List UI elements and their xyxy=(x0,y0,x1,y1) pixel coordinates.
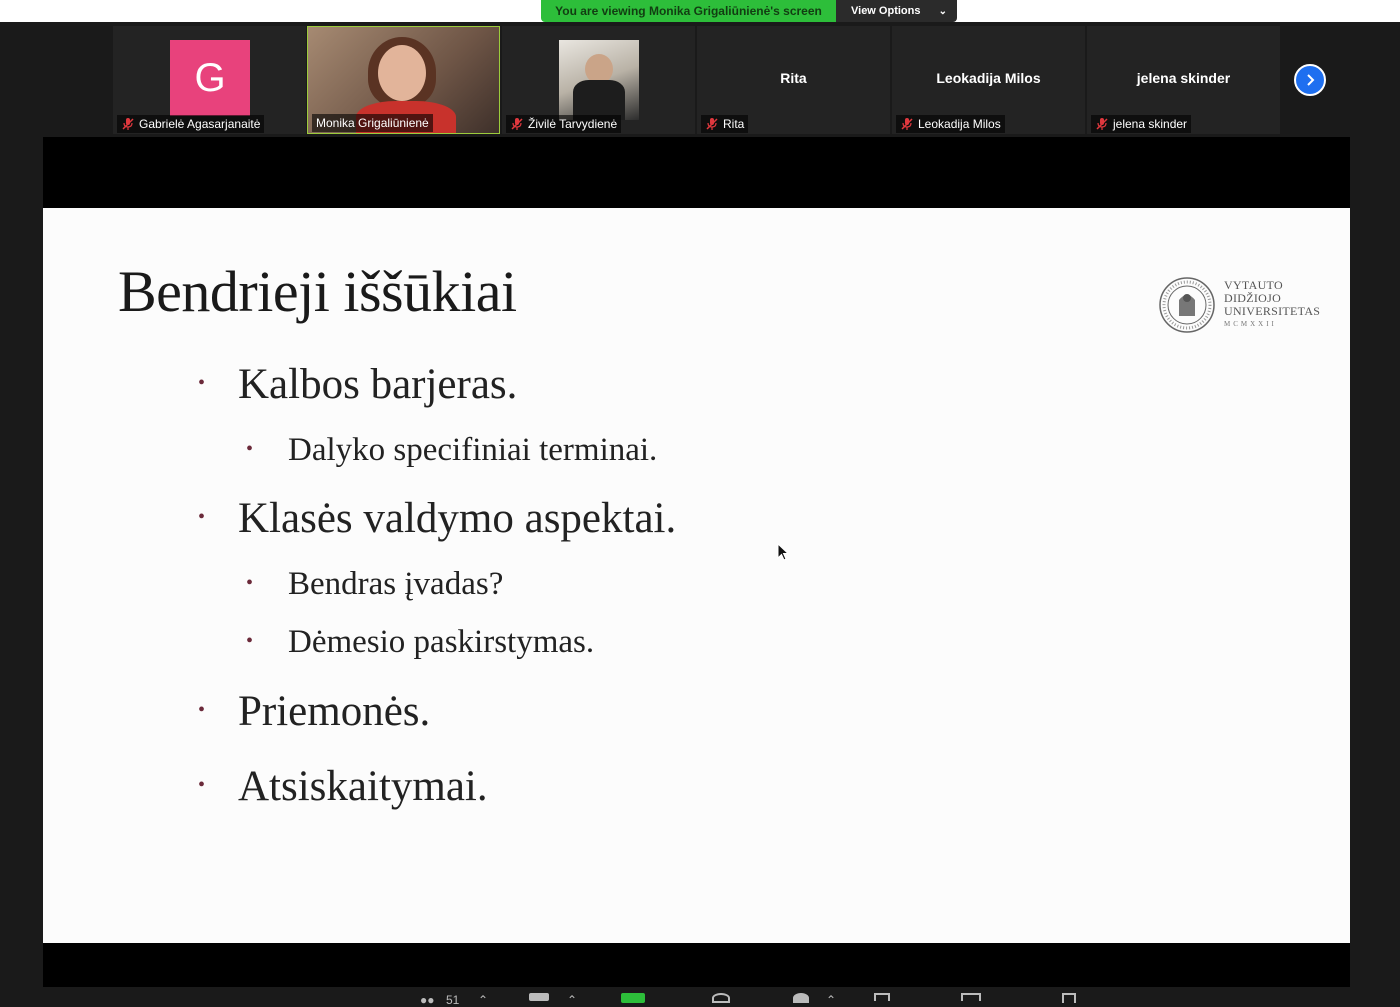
chevron-up-icon[interactable]: ⌃ xyxy=(478,993,488,1007)
chevron-up-icon[interactable]: ⌃ xyxy=(567,993,577,1007)
participant-center-name: Leokadija Milos xyxy=(936,70,1041,86)
bullet-dot: • xyxy=(198,774,206,796)
university-seal-icon xyxy=(1159,277,1215,333)
bullet-item-sub: • Dėmesio paskirstymas. xyxy=(246,624,595,661)
bullet-item: • Klasės valdymo aspektai. xyxy=(198,494,677,543)
bullet-dot: • xyxy=(198,506,206,528)
participant-name: Gabrielė Agasarjanaitė xyxy=(139,117,261,131)
bullet-text: Klasės valdymo aspektai. xyxy=(238,495,677,542)
reactions-icon[interactable] xyxy=(793,993,809,1003)
meeting-toolbar: ●● 51 ⌃ ⌃ ⌃ xyxy=(0,987,1400,1007)
participant-name-tag: Monika Grigaliūnienė xyxy=(312,114,433,132)
participant-tile-active-speaker[interactable]: Monika Grigaliūnienė xyxy=(307,26,500,134)
mic-muted-icon xyxy=(1096,118,1108,130)
notes-icon[interactable] xyxy=(1062,993,1076,1003)
logo-line-3: UNIVERSITETAS xyxy=(1224,304,1321,318)
avatar: G xyxy=(170,40,250,116)
bullet-dot: • xyxy=(246,438,254,460)
bullet-item-sub: • Dalyko specifiniai terminai. xyxy=(246,432,658,469)
bullet-text: Dalyko specifiniai terminai. xyxy=(288,432,658,468)
chevron-right-icon xyxy=(1307,74,1315,86)
participant-tile[interactable]: Rita Rita xyxy=(697,26,890,134)
mic-muted-icon xyxy=(122,118,134,130)
participant-name: Leokadija Milos xyxy=(918,117,1001,131)
bullet-item: • Priemonės. xyxy=(198,687,431,736)
whiteboard-icon[interactable] xyxy=(961,993,981,1001)
chevron-up-icon[interactable]: ⌃ xyxy=(826,993,836,1007)
participant-name: Rita xyxy=(723,117,745,131)
view-options-label: View Options xyxy=(851,5,921,17)
bullet-dot: • xyxy=(246,572,254,594)
mic-muted-icon xyxy=(706,118,718,130)
bullet-text: Atsiskaitymai. xyxy=(238,763,488,810)
mic-muted-icon xyxy=(511,118,523,130)
participant-name: Monika Grigaliūnienė xyxy=(316,116,429,130)
participant-name: jelena skinder xyxy=(1113,117,1188,131)
slide-title: Bendrieji iššūkiai xyxy=(118,259,517,324)
participant-name: Živilė Tarvydienė xyxy=(528,117,618,131)
participant-name-tag: jelena skinder xyxy=(1091,115,1192,133)
bullet-text: Bendras įvadas? xyxy=(288,566,504,602)
bullet-text: Priemonės. xyxy=(238,688,431,735)
share-screen-icon[interactable] xyxy=(621,993,645,1003)
viewing-status-text: You are viewing Monika Grigaliūnienė's s… xyxy=(541,0,836,22)
next-page-button[interactable] xyxy=(1294,64,1326,96)
bullet-text: Dėmesio paskirstymas. xyxy=(288,624,595,660)
bullet-text: Kalbos barjeras. xyxy=(238,361,518,408)
view-options-button[interactable]: View Options ⌄ xyxy=(836,0,957,22)
participant-tile[interactable]: G Gabrielė Agasarjanaitė xyxy=(113,26,306,134)
participant-name-tag: Rita xyxy=(701,115,749,133)
university-logo: VYTAUTO DIDŽIOJO UNIVERSITETAS MCMXXII xyxy=(1158,276,1320,334)
participant-name-tag: Gabrielė Agasarjanaitė xyxy=(117,115,265,133)
participants-count: 51 xyxy=(446,993,460,1007)
chevron-down-icon: ⌄ xyxy=(938,5,947,17)
participant-center-name: Rita xyxy=(780,70,807,86)
participant-center-name: jelena skinder xyxy=(1136,70,1231,86)
participant-name-tag: Leokadija Milos xyxy=(896,115,1005,133)
participant-tile[interactable]: jelena skinder jelena skinder xyxy=(1087,26,1280,134)
record-icon[interactable] xyxy=(712,993,730,1003)
bullet-dot: • xyxy=(246,630,254,652)
viewing-banner: You are viewing Monika Grigaliūnienė's s… xyxy=(541,0,957,22)
mic-muted-icon xyxy=(901,118,913,130)
bullet-dot: • xyxy=(198,699,206,721)
bullet-dot: • xyxy=(198,372,206,394)
participant-tile[interactable]: Živilė Tarvydienė xyxy=(502,26,695,134)
participant-video xyxy=(559,40,639,120)
bullet-item-sub: • Bendras įvadas? xyxy=(246,566,504,603)
participants-icon[interactable]: ●● xyxy=(420,993,435,1007)
participant-tile[interactable]: Leokadija Milos Leokadija Milos xyxy=(892,26,1085,134)
logo-roman-year: MCMXXII xyxy=(1224,320,1277,328)
chat-icon[interactable] xyxy=(529,993,549,1001)
bullet-item: • Kalbos barjeras. xyxy=(198,360,518,409)
bullet-item: • Atsiskaitymai. xyxy=(198,762,488,811)
participant-name-tag: Živilė Tarvydienė xyxy=(506,115,622,133)
presentation-slide: Bendrieji iššūkiai VYTAUTO DIDŽIOJO UNIV… xyxy=(43,208,1350,943)
participant-gallery: G Gabrielė Agasarjanaitė Monika Grigaliū… xyxy=(0,22,1400,137)
mouse-cursor-icon xyxy=(777,543,789,561)
apps-icon[interactable] xyxy=(874,993,890,1001)
